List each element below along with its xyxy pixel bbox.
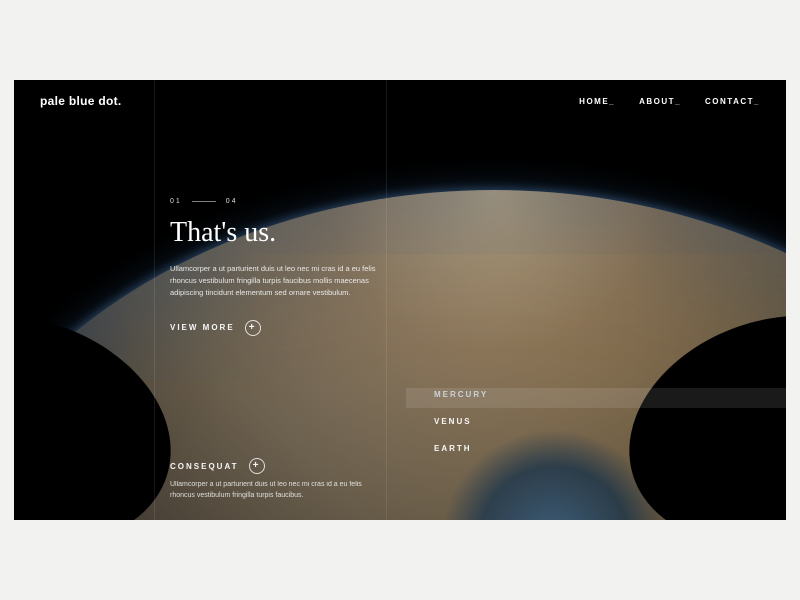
planet-item-venus[interactable]: VENUS xyxy=(434,417,488,426)
plus-circle-icon: + xyxy=(249,458,265,474)
site-frame: pale blue dot. HOME_ ABOUT_ CONTACT_ 01 … xyxy=(14,80,786,520)
hero-block: 01 04 That's us. Ullamcorper a ut partur… xyxy=(170,198,430,336)
secondary-block: CONSEQUAT + Ullamcorper a ut parturient … xyxy=(170,456,410,502)
primary-nav: HOME_ ABOUT_ CONTACT_ xyxy=(579,97,760,106)
hero-title: That's us. xyxy=(170,217,430,249)
nav-home[interactable]: HOME_ xyxy=(579,97,615,106)
cta-label: VIEW MORE xyxy=(170,323,235,332)
nav-contact[interactable]: CONTACT_ xyxy=(705,97,760,106)
planet-item-mercury[interactable]: MERCURY xyxy=(434,390,488,399)
brand-logo[interactable]: pale blue dot. xyxy=(40,94,122,108)
nav-label: ABOUT xyxy=(639,97,675,106)
planet-list: MERCURY VENUS EARTH xyxy=(434,390,488,471)
counter-total: 04 xyxy=(226,198,238,205)
counter-dash xyxy=(192,201,216,202)
nav-underscore: _ xyxy=(609,97,615,106)
artboard: pale blue dot. HOME_ ABOUT_ CONTACT_ 01 … xyxy=(0,0,800,600)
counter-current: 01 xyxy=(170,198,182,205)
nav-label: HOME xyxy=(579,97,609,106)
site-header: pale blue dot. HOME_ ABOUT_ CONTACT_ xyxy=(14,94,786,108)
nav-underscore: _ xyxy=(675,97,681,106)
planet-item-earth[interactable]: EARTH xyxy=(434,444,488,453)
slide-counter: 01 04 xyxy=(170,198,430,205)
guide-line xyxy=(154,80,155,520)
secondary-text: Ullamcorper a ut parturient duis ut leo … xyxy=(170,480,380,502)
vignette-right xyxy=(599,279,786,520)
plus-circle-icon: + xyxy=(245,320,261,336)
cta-label: CONSEQUAT xyxy=(170,462,239,471)
nav-about[interactable]: ABOUT_ xyxy=(639,97,681,106)
nav-label: CONTACT xyxy=(705,97,754,106)
nav-underscore: _ xyxy=(754,97,760,106)
consequat-button[interactable]: CONSEQUAT + xyxy=(170,458,265,474)
hero-lead: Ullamcorper a ut parturient duis ut leo … xyxy=(170,263,390,299)
view-more-button[interactable]: VIEW MORE + xyxy=(170,320,261,336)
